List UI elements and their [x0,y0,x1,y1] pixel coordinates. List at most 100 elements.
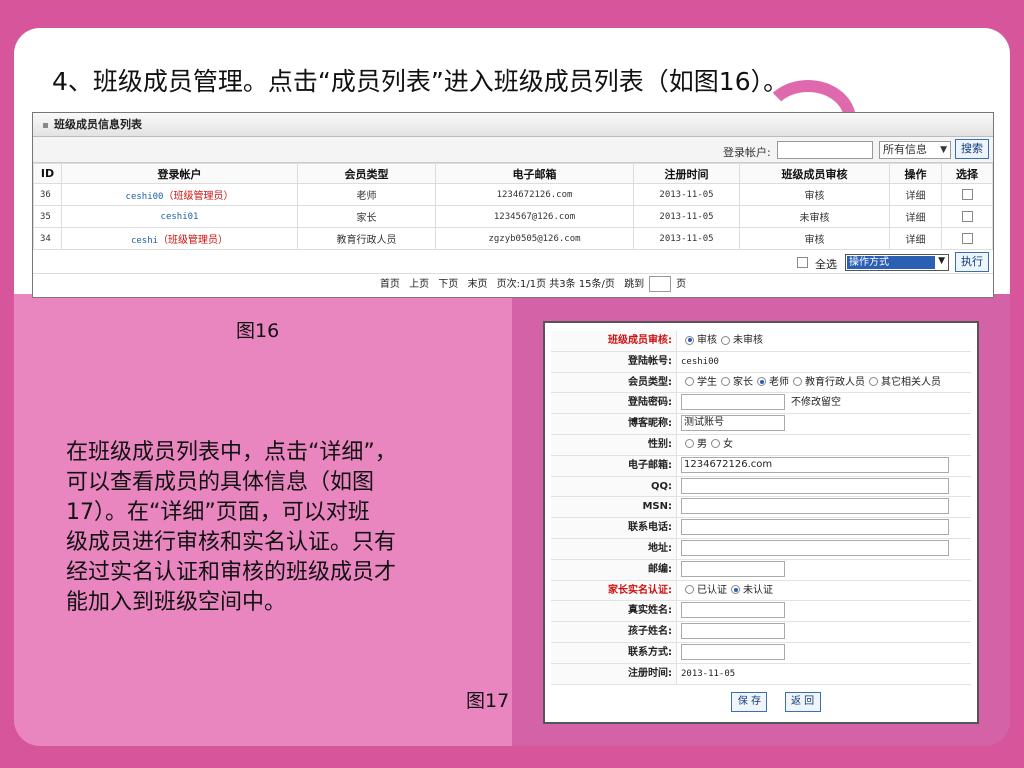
search-button[interactable]: 搜索 [955,139,989,159]
radio-label: 家长 [733,376,753,388]
field-input[interactable] [681,623,785,640]
cell-email: 1234672126.com [435,183,634,206]
field-input[interactable] [681,394,785,411]
radio-button[interactable] [731,585,740,595]
radio-label: 学生 [697,376,717,388]
detail-link[interactable]: 详细 [889,183,942,206]
radio-label: 未审核 [733,335,763,346]
role-tag: （班级管理员） [158,235,229,246]
field-value-cell [677,539,971,559]
field-value-cell [677,622,971,642]
search-label: 登录帐户: [723,146,771,159]
radio-button[interactable] [757,377,766,387]
chevron-down-icon: ▼ [938,256,945,266]
body-line: 经过实名认证和审核的班级成员才 [66,560,397,585]
search-scope-select[interactable]: 所有信息 ▼ [879,141,951,159]
row-checkbox[interactable] [961,211,973,222]
form-row: 班级成员审核: 审核 未审核 [551,331,971,352]
form-row: 真实姓名: [551,601,971,623]
field-input[interactable] [681,560,785,577]
form-row: 联系电话: [551,518,971,539]
operation-select[interactable]: 操作方式 ▼ [845,254,949,271]
field-label: 联系电话: [551,518,677,538]
radio-button[interactable] [685,377,694,387]
save-button[interactable]: 保 存 [731,691,768,712]
execute-button[interactable]: 执行 [955,252,989,272]
radio-label: 已认证 [697,584,727,596]
search-input[interactable] [777,141,873,159]
form-row: 登陆密码: 不修改留空 [551,393,971,415]
table-header-row: ID 登录帐户 会员类型 电子邮箱 注册时间 班级成员审核 操作 选择 [33,163,993,184]
account-link[interactable]: ceshi [131,236,158,246]
cell-account: ceshi00（班级管理员） [61,183,298,206]
detail-link[interactable]: 详细 [889,227,942,250]
pager-last[interactable]: 末页 [467,279,487,290]
field-input[interactable] [681,539,949,556]
field-value-cell: 不修改留空 [677,393,971,413]
radio-label: 女 [723,438,733,450]
field-value-cell [677,497,971,517]
field-input[interactable]: 1234672126.com [681,456,949,473]
col-header-action: 操作 [889,163,942,184]
radio-label: 老师 [769,376,789,388]
batch-actions-bar: 全选 操作方式 ▼ 执行 [33,250,993,274]
radio-button[interactable] [721,335,730,345]
field-label: MSN: [551,497,677,518]
radio-label: 教育行政人员 [805,376,865,388]
field-label: 博客昵称: [551,414,677,434]
field-value-cell: 已认证 未认证 [677,581,971,601]
account-link[interactable]: ceshi00 [126,192,164,202]
form-row: 地址: [551,538,971,560]
field-label: QQ: [551,476,677,497]
field-input[interactable]: 测试账号 [681,415,785,432]
cell-type: 老师 [297,183,436,206]
form-row: 邮编: [551,559,971,581]
select-all-checkbox[interactable] [797,257,808,268]
form-row: QQ: [551,476,971,498]
back-button[interactable]: 返 回 [784,691,821,712]
body-line: 在班级成员列表中，点击“详细”， [66,440,397,465]
radio-button[interactable] [685,439,694,449]
search-scope-value: 所有信息 [883,143,927,156]
pager-goto-input[interactable] [649,276,672,292]
field-label: 会员类型: [551,372,677,393]
select-all-label: 全选 [815,258,837,271]
pager-next[interactable]: 下页 [438,279,458,290]
field-input[interactable] [681,643,785,660]
pager-prev[interactable]: 上页 [409,279,429,290]
radio-button[interactable] [869,377,878,387]
cell-type: 教育行政人员 [297,227,436,250]
radio-button[interactable] [685,585,694,595]
pager-info: 页次:1/1页 共3条 15条/页 [496,279,615,290]
panel-title: 班级成员信息列表 [54,118,142,131]
field-label: 联系方式: [551,642,677,663]
detail-link[interactable]: 详细 [889,205,942,228]
cell-id: 35 [33,205,62,228]
radio-button[interactable] [685,335,694,345]
col-header-date: 注册时间 [633,163,740,184]
radio-button[interactable] [711,439,720,449]
field-note: 不修改留空 [791,397,841,409]
field-value-cell: 审核 未审核 [677,331,971,351]
radio-button[interactable] [793,377,802,387]
field-input[interactable] [681,519,949,536]
cell-date: 2013-11-05 [633,205,740,228]
form-row: 电子邮箱: 1234672126.com [551,455,971,477]
radio-button[interactable] [721,377,730,387]
field-input[interactable] [681,498,949,515]
table-row: 35 ceshi01 家长 1234567@126.com 2013-11-05 未审核详… [33,205,993,228]
row-checkbox[interactable] [961,233,973,244]
cell-date: 2013-11-05 [633,227,740,250]
field-label: 孩子姓名: [551,622,677,642]
cell-select [941,205,993,228]
pager-first[interactable]: 首页 [380,279,400,290]
row-checkbox[interactable] [961,189,973,200]
form-row: 性别: 男女 [551,434,971,456]
col-header-id: ID [33,163,62,184]
cell-account: ceshi（班级管理员） [61,227,298,250]
field-input[interactable] [681,477,949,494]
account-link[interactable]: ceshi01 [161,212,199,222]
radio-label: 男 [697,438,707,450]
body-line: 级成员进行审核和实名认证。只有 [66,530,397,555]
field-input[interactable] [681,602,785,619]
